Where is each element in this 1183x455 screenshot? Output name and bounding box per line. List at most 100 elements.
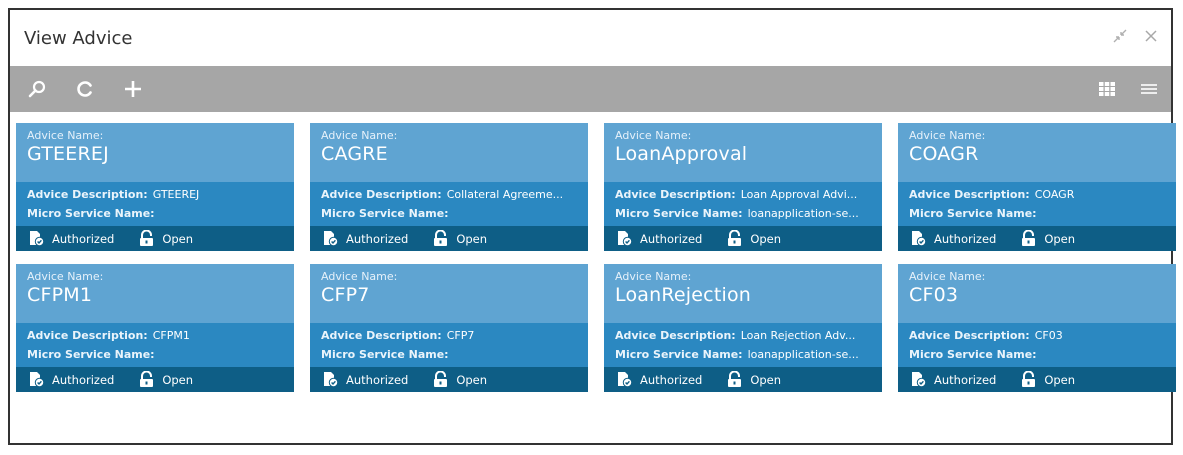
advice-description-row: Advice Description: Loan Approval Advi... (615, 185, 871, 204)
advice-description-row: Advice Description: CF03 (909, 326, 1165, 345)
search-icon[interactable] (28, 80, 46, 98)
authorized-status: Authorized (322, 371, 408, 388)
authorized-status: Authorized (322, 230, 408, 247)
advice-description-row: Advice Description: GTEEREJ (27, 185, 283, 204)
micro-service-label: Micro Service Name: (615, 207, 743, 220)
card-header: Advice Name: LoanRejection (604, 264, 882, 323)
card-header: Advice Name: LoanApproval (604, 123, 882, 182)
open-status: Open (726, 371, 781, 388)
list-view-icon[interactable] (1141, 83, 1157, 95)
authorized-status: Authorized (910, 371, 996, 388)
advice-description-row: Advice Description: CFPM1 (27, 326, 283, 345)
open-status: Open (432, 371, 487, 388)
advice-description-value: GTEEREJ (152, 188, 200, 201)
card-header: Advice Name: CF03 (898, 264, 1176, 323)
advice-description-label: Advice Description: (27, 188, 148, 201)
unlock-icon (726, 371, 743, 388)
micro-service-label: Micro Service Name: (909, 348, 1037, 361)
advice-description-row: Advice Description: Collateral Agreeme... (321, 185, 577, 204)
advice-name-value: CFPM1 (27, 284, 93, 306)
advice-name-value: LoanApproval (615, 143, 748, 165)
advice-description-value: CF03 (1034, 329, 1063, 342)
card-details: Advice Description: COAGR Micro Service N… (898, 182, 1176, 226)
window-title: View Advice (24, 27, 133, 49)
card-details: Advice Description: GTEEREJ Micro Service… (16, 182, 294, 226)
authorized-icon (322, 230, 339, 247)
advice-description-row: Advice Description: Loan Rejection Adv... (615, 326, 871, 345)
advice-description-label: Advice Description: (909, 329, 1030, 342)
open-label: Open (1044, 372, 1076, 387)
advice-name-label: Advice Name: (615, 270, 692, 283)
plus-icon[interactable] (124, 80, 142, 98)
close-icon[interactable] (1145, 30, 1157, 46)
advice-description-value: COAGR (1034, 188, 1075, 201)
authorized-label: Authorized (52, 231, 115, 246)
micro-service-row: Micro Service Name: (321, 204, 577, 223)
unlock-icon (1020, 371, 1037, 388)
card-status-bar: Authorized Open (310, 367, 588, 392)
unlock-icon (138, 371, 155, 388)
open-label: Open (162, 372, 194, 387)
advice-card[interactable]: Advice Name: CAGRE Advice Description: Co… (310, 123, 588, 251)
advice-description-label: Advice Description: (321, 329, 442, 342)
unlock-icon (1020, 230, 1037, 247)
micro-service-label: Micro Service Name: (321, 207, 449, 220)
advice-card[interactable]: Advice Name: COAGR Advice Description: CO… (898, 123, 1176, 251)
authorized-label: Authorized (934, 231, 997, 246)
open-status: Open (1020, 371, 1075, 388)
micro-service-label: Micro Service Name: (27, 348, 155, 361)
advice-name-value: CFP7 (321, 284, 370, 306)
advice-description-label: Advice Description: (909, 188, 1030, 201)
authorized-label: Authorized (346, 372, 409, 387)
card-details: Advice Description: CF03 Micro Service Na… (898, 323, 1176, 367)
authorized-status: Authorized (616, 371, 702, 388)
card-status-bar: Authorized Open (310, 226, 588, 251)
authorized-label: Authorized (52, 372, 115, 387)
micro-service-row: Micro Service Name: loanapplication-se... (615, 345, 871, 364)
card-details: Advice Description: CFPM1 Micro Service N… (16, 323, 294, 367)
card-status-bar: Authorized Open (604, 367, 882, 392)
advice-description-value: Loan Rejection Adv... (740, 329, 856, 342)
advice-card[interactable]: Advice Name: LoanApproval Advice Descrip… (604, 123, 882, 251)
card-header: Advice Name: CAGRE (310, 123, 588, 182)
unlock-icon (432, 371, 449, 388)
advice-card[interactable]: Advice Name: LoanRejection Advice Descri… (604, 264, 882, 392)
minimize-arrows-icon[interactable] (1113, 29, 1127, 47)
card-details: Advice Description: Loan Approval Advi...… (604, 182, 882, 226)
authorized-icon (910, 371, 927, 388)
authorized-label: Authorized (934, 372, 997, 387)
advice-description-label: Advice Description: (321, 188, 442, 201)
open-status: Open (726, 230, 781, 247)
micro-service-row: Micro Service Name: (27, 204, 283, 223)
card-header: Advice Name: GTEEREJ (16, 123, 294, 182)
open-label: Open (750, 372, 782, 387)
card-status-bar: Authorized Open (16, 367, 294, 392)
card-header: Advice Name: CFPM1 (16, 264, 294, 323)
open-status: Open (138, 371, 193, 388)
advice-name-label: Advice Name: (909, 270, 986, 283)
advice-name-label: Advice Name: (27, 129, 104, 142)
unlock-icon (138, 230, 155, 247)
refresh-icon[interactable] (76, 80, 94, 98)
advice-card[interactable]: Advice Name: CFPM1 Advice Description: CF… (16, 264, 294, 392)
open-status: Open (1020, 230, 1075, 247)
micro-service-label: Micro Service Name: (615, 348, 743, 361)
card-header: Advice Name: CFP7 (310, 264, 588, 323)
advice-description-label: Advice Description: (615, 329, 736, 342)
advice-card[interactable]: Advice Name: CFP7 Advice Description: CFP… (310, 264, 588, 392)
advice-description-value: CFP7 (446, 329, 475, 342)
unlock-icon (726, 230, 743, 247)
open-label: Open (750, 231, 782, 246)
advice-card-grid: Advice Name: GTEEREJ Advice Description:… (10, 112, 1176, 392)
micro-service-row: Micro Service Name: (27, 345, 283, 364)
card-status-bar: Authorized Open (898, 226, 1176, 251)
open-status: Open (138, 230, 193, 247)
card-status-bar: Authorized Open (16, 226, 294, 251)
advice-name-label: Advice Name: (27, 270, 104, 283)
micro-service-label: Micro Service Name: (321, 348, 449, 361)
advice-description-value: Loan Approval Advi... (740, 188, 858, 201)
grid-view-icon[interactable] (1099, 82, 1115, 96)
advice-card[interactable]: Advice Name: GTEEREJ Advice Description:… (16, 123, 294, 251)
advice-card[interactable]: Advice Name: CF03 Advice Description: CF0… (898, 264, 1176, 392)
micro-service-label: Micro Service Name: (27, 207, 155, 220)
